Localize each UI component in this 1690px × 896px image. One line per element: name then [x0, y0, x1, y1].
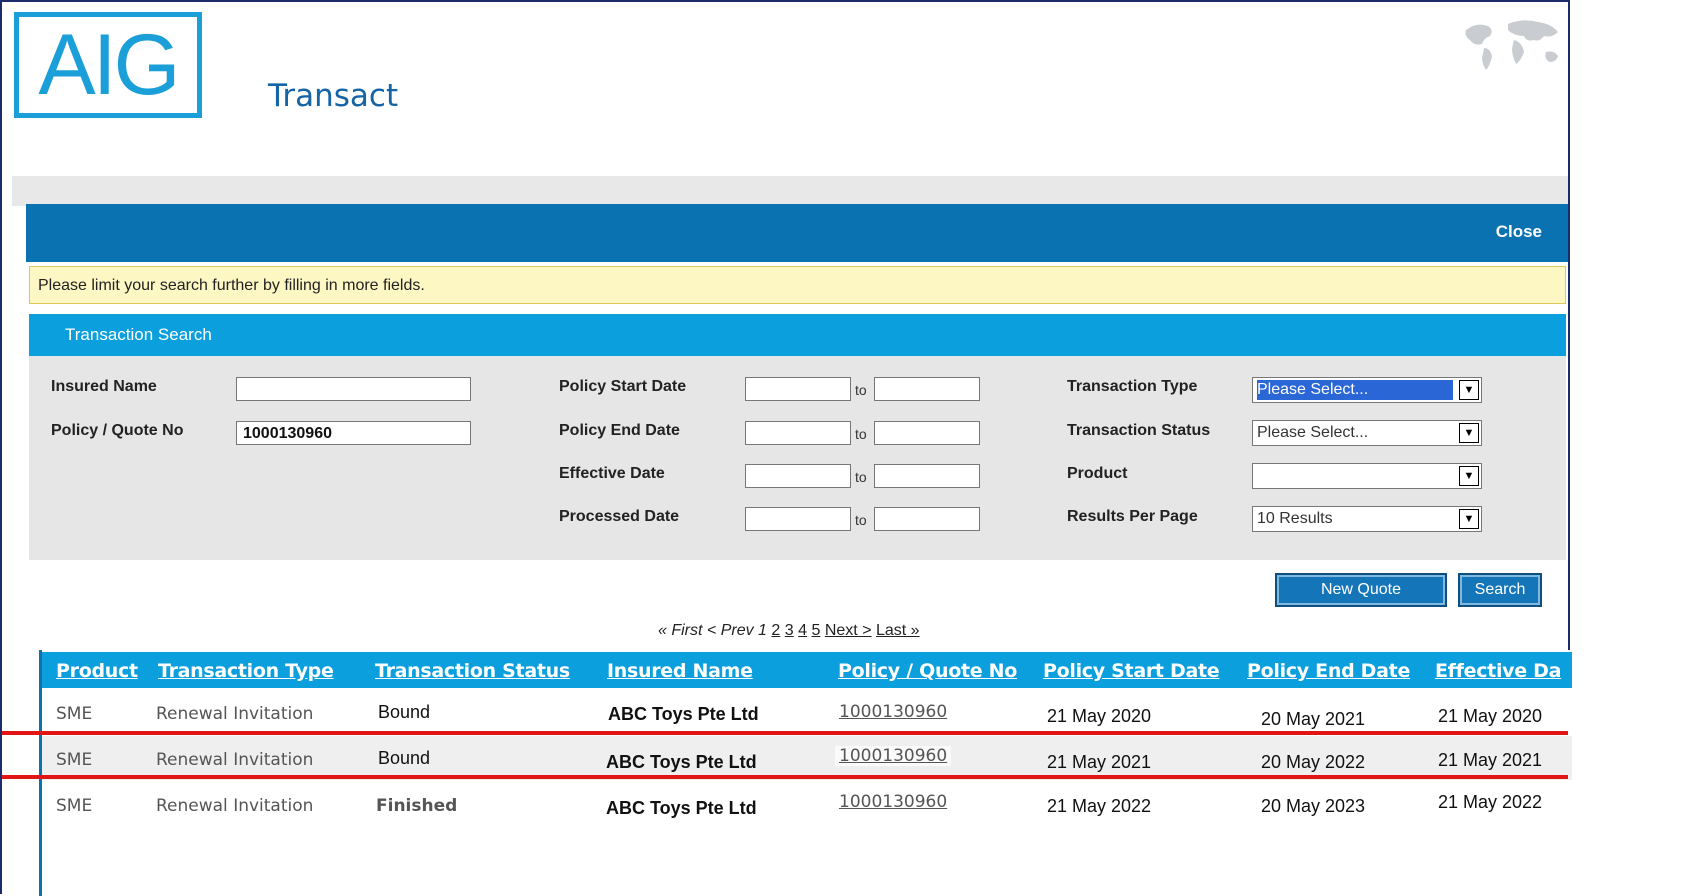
pager-page-link[interactable]: 4 — [798, 622, 807, 639]
highlight-line-bottom — [2, 775, 1568, 779]
warning-notice: Please limit your search further by fill… — [29, 266, 1566, 304]
col-header-product[interactable]: Product — [56, 660, 138, 682]
toolbar-band — [12, 176, 1568, 206]
transaction-status-label: Transaction Status — [1067, 422, 1211, 439]
cell-effective-date: 21 May 2021 — [1438, 750, 1543, 770]
pager-prev-link[interactable]: < Prev — [707, 622, 754, 639]
policy-quote-no-input[interactable]: 1000130960 — [236, 421, 471, 445]
dialog-title-bar: Close — [26, 204, 1568, 262]
cell-policy-end-date: 20 May 2021 — [1261, 709, 1366, 729]
pager-first-link[interactable]: « First — [658, 622, 702, 639]
processed-date-to-label: to — [855, 512, 867, 528]
cell-policy-end-date: 20 May 2023 — [1261, 796, 1366, 816]
col-header-policy-quote-no[interactable]: Policy / Quote No — [838, 660, 1017, 682]
col-header-effective-date[interactable]: Effective Da — [1435, 660, 1561, 682]
search-panel: Insured Name Policy / Quote No 100013096… — [29, 356, 1566, 560]
cell-policy-quote-link[interactable]: 1000130960 — [835, 746, 952, 766]
cell-policy-start-date: 21 May 2021 — [1047, 752, 1152, 772]
chevron-down-icon[interactable]: ▼ — [1459, 509, 1479, 529]
logo-text: AIG — [38, 17, 180, 113]
cell-transaction-status: Bound — [378, 702, 431, 722]
pagination: « First < Prev 1 2 3 4 5 Next > Last » — [658, 622, 920, 640]
policy-end-date-to-input[interactable] — [874, 421, 980, 445]
policy-start-date-to-input[interactable] — [874, 377, 980, 401]
processed-date-to-input[interactable] — [874, 507, 980, 531]
col-header-transaction-status[interactable]: Transaction Status — [375, 660, 570, 682]
effective-date-to-input[interactable] — [874, 464, 980, 488]
transaction-type-select[interactable]: Please Select... ▼ — [1252, 377, 1482, 403]
transaction-search-header: Transaction Search — [29, 314, 1566, 356]
cell-transaction-type: Renewal Invitation — [156, 796, 314, 816]
transaction-status-value: Please Select... — [1257, 424, 1369, 441]
product-value — [1257, 466, 1453, 486]
highlight-line-top — [2, 731, 1568, 735]
insured-name-input[interactable] — [236, 377, 471, 401]
policy-end-date-from-input[interactable] — [745, 421, 851, 445]
transaction-status-select[interactable]: Please Select... ▼ — [1252, 420, 1482, 446]
policy-end-date-to-label: to — [855, 426, 867, 442]
col-header-insured-name[interactable]: Insured Name — [607, 660, 753, 682]
policy-start-date-to-label: to — [855, 382, 867, 398]
results-per-page-value: 10 Results — [1257, 510, 1333, 527]
pager-page-link[interactable]: 3 — [785, 622, 794, 639]
effective-date-label: Effective Date — [559, 465, 665, 482]
results-per-page-label: Results Per Page — [1067, 508, 1198, 525]
pager-current-page: 1 — [758, 622, 767, 639]
cell-policy-end-date: 20 May 2022 — [1261, 752, 1366, 772]
table-row[interactable]: SME Renewal Invitation Finished ABC Toys… — [42, 782, 1572, 826]
table-row[interactable]: SME Renewal Invitation Bound ABC Toys Pt… — [42, 736, 1572, 780]
new-quote-button[interactable]: New Quote — [1275, 573, 1447, 607]
cell-product: SME — [56, 796, 93, 816]
cell-effective-date: 21 May 2022 — [1438, 792, 1543, 812]
cell-transaction-type: Renewal Invitation — [156, 704, 314, 724]
app-title: Transact — [268, 78, 399, 114]
transaction-type-value: Please Select... — [1257, 380, 1453, 400]
app-window: AIG Transact Close Please limit your sea… — [0, 0, 1572, 896]
cell-policy-start-date: 21 May 2020 — [1047, 706, 1152, 726]
search-button[interactable]: Search — [1458, 573, 1542, 607]
cell-product: SME — [56, 750, 93, 770]
cell-insured-name: ABC Toys Pte Ltd — [606, 798, 757, 818]
product-select[interactable]: ▼ — [1252, 463, 1482, 489]
results-table: Product Transaction Type Transaction Sta… — [39, 650, 1572, 896]
cell-policy-quote-link[interactable]: 1000130960 — [839, 702, 947, 722]
cell-transaction-status: Bound — [378, 748, 431, 768]
pager-next-link[interactable]: Next > — [825, 622, 872, 639]
col-header-policy-start-date[interactable]: Policy Start Date — [1043, 660, 1220, 682]
cell-effective-date: 21 May 2020 — [1438, 706, 1543, 726]
chevron-down-icon[interactable]: ▼ — [1459, 423, 1479, 443]
insured-name-label: Insured Name — [51, 378, 157, 395]
policy-start-date-label: Policy Start Date — [559, 378, 687, 395]
transaction-type-label: Transaction Type — [1067, 378, 1198, 395]
table-header: Product Transaction Type Transaction Sta… — [42, 652, 1572, 688]
close-button[interactable]: Close — [1496, 222, 1542, 242]
chevron-down-icon[interactable]: ▼ — [1459, 466, 1479, 486]
policy-end-date-label: Policy End Date — [559, 422, 680, 439]
table-row[interactable]: SME Renewal Invitation Bound ABC Toys Pt… — [42, 690, 1572, 734]
col-header-transaction-type[interactable]: Transaction Type — [158, 660, 334, 682]
results-per-page-select[interactable]: 10 Results ▼ — [1252, 506, 1482, 532]
effective-date-from-input[interactable] — [745, 464, 851, 488]
cell-policy-quote-link[interactable]: 1000130960 — [839, 792, 947, 812]
cell-policy-start-date: 21 May 2022 — [1047, 796, 1152, 816]
policy-quote-no-label: Policy / Quote No — [51, 422, 184, 439]
col-header-policy-end-date[interactable]: Policy End Date — [1247, 660, 1410, 682]
processed-date-label: Processed Date — [559, 508, 680, 525]
pager-last-link[interactable]: Last » — [876, 622, 920, 639]
policy-start-date-from-input[interactable] — [745, 377, 851, 401]
chevron-down-icon[interactable]: ▼ — [1459, 380, 1479, 400]
pager-page-link[interactable]: 5 — [811, 622, 820, 639]
world-map-icon — [1465, 20, 1558, 70]
cell-transaction-status: Finished — [376, 796, 458, 816]
processed-date-from-input[interactable] — [745, 507, 851, 531]
aig-logo: AIG — [14, 12, 202, 118]
effective-date-to-label: to — [855, 469, 867, 485]
cell-product: SME — [56, 704, 93, 724]
product-label: Product — [1067, 465, 1128, 482]
cell-transaction-type: Renewal Invitation — [156, 750, 314, 770]
cell-insured-name: ABC Toys Pte Ltd — [606, 752, 757, 772]
pager-page-link[interactable]: 2 — [771, 622, 780, 639]
cell-insured-name: ABC Toys Pte Ltd — [608, 704, 759, 724]
